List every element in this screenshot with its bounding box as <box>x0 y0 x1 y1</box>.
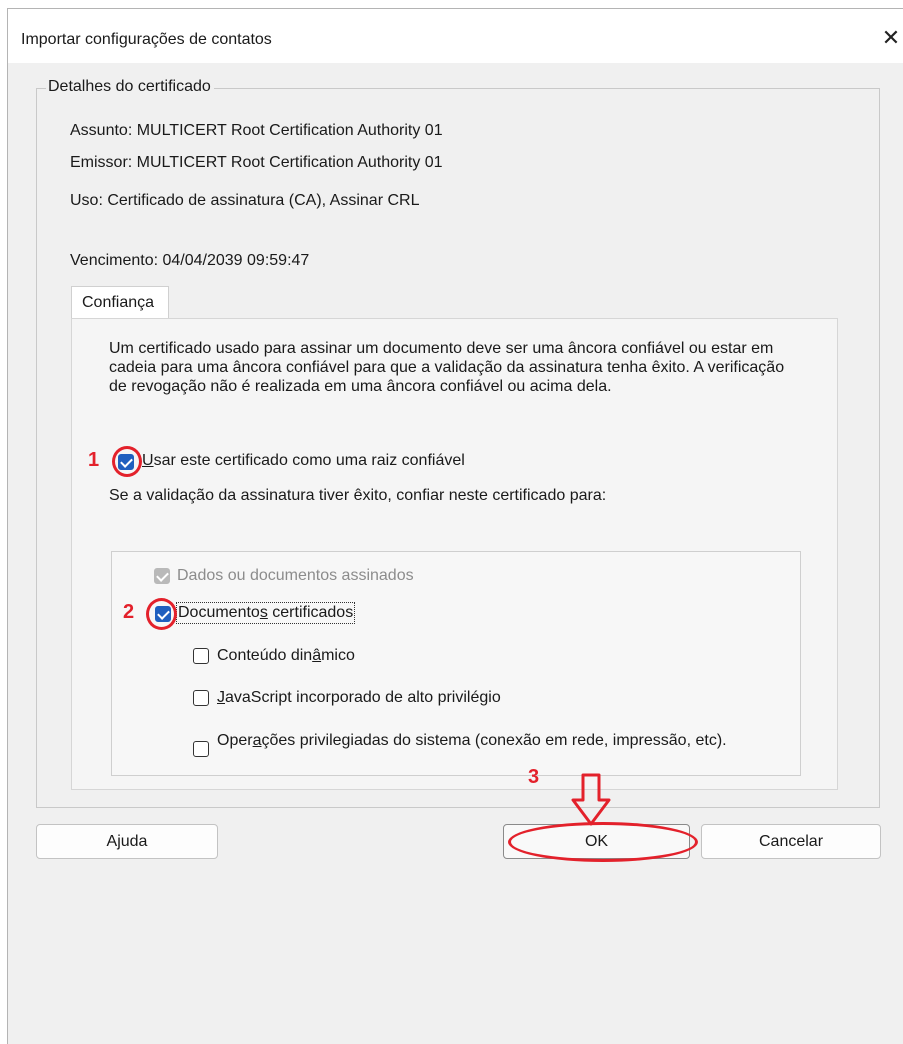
label-text: sar este certificado como uma raiz confi… <box>153 452 465 469</box>
label-text: avaScript incorporado de alto privilégio <box>225 689 501 706</box>
use-as-root-label[interactable]: Usar este certificado como uma raiz conf… <box>142 452 465 470</box>
issuer-field: Emissor: MULTICERT Root Certification Au… <box>70 154 443 171</box>
javascript-label[interactable]: JavaScript incorporado de alto privilégi… <box>217 689 501 707</box>
cancel-button[interactable]: Cancelar <box>701 824 881 859</box>
trust-description: Um certificado usado para assinar um doc… <box>109 340 785 395</box>
annotation-circle-ok <box>508 822 698 862</box>
certified-docs-label[interactable]: Documentos certificados <box>175 602 356 624</box>
access-key-letter: J <box>217 689 225 706</box>
annotation-circle-2 <box>146 598 177 630</box>
access-key-letter: s <box>259 604 268 621</box>
tab-label: Confiança <box>82 294 155 311</box>
access-key-letter: â <box>312 647 322 664</box>
dynamic-content-checkbox[interactable] <box>193 648 209 664</box>
help-button[interactable]: Ajuda <box>36 824 218 859</box>
group-legend: Detalhes do certificado <box>46 78 214 96</box>
javascript-checkbox[interactable] <box>193 690 209 706</box>
label-text: Conteúdo din <box>217 647 313 664</box>
annotation-circle-1 <box>112 446 142 477</box>
title-bar: Importar configurações de contatos ✕ <box>8 9 903 63</box>
label-text: Oper <box>217 732 253 749</box>
system-ops-checkbox[interactable] <box>193 741 209 757</box>
system-ops-label[interactable]: Operações privilegiadas do sistema (cone… <box>217 731 777 750</box>
usage-field: Uso: Certificado de assinatura (CA), Ass… <box>70 192 420 209</box>
window-title: Importar configurações de contatos <box>21 31 272 48</box>
label-text: ções privilegiadas do sistema (conexão e… <box>261 732 727 749</box>
annotation-step-1: 1 <box>88 449 100 471</box>
dynamic-content-label[interactable]: Conteúdo dinâmico <box>217 647 355 665</box>
tab-confianca[interactable]: Confiança <box>71 286 169 319</box>
annotation-step-3: 3 <box>528 766 540 788</box>
close-icon[interactable]: ✕ <box>878 23 903 53</box>
annotation-step-2: 2 <box>123 601 135 623</box>
signed-docs-checkbox <box>154 568 170 584</box>
expiration-field: Vencimento: 04/04/2039 09:59:47 <box>70 252 310 269</box>
subject-field: Assunto: MULTICERT Root Certification Au… <box>70 122 443 139</box>
access-key-letter: U <box>142 452 154 469</box>
signed-docs-label: Dados ou documentos assinados <box>177 567 414 584</box>
label-text: Documento <box>178 604 260 621</box>
label-text: mico <box>321 647 355 664</box>
label-text: certificados <box>267 604 354 621</box>
down-arrow-icon <box>571 773 611 826</box>
trust-for-text: Se a validação da assinatura tiver êxito… <box>109 487 607 504</box>
